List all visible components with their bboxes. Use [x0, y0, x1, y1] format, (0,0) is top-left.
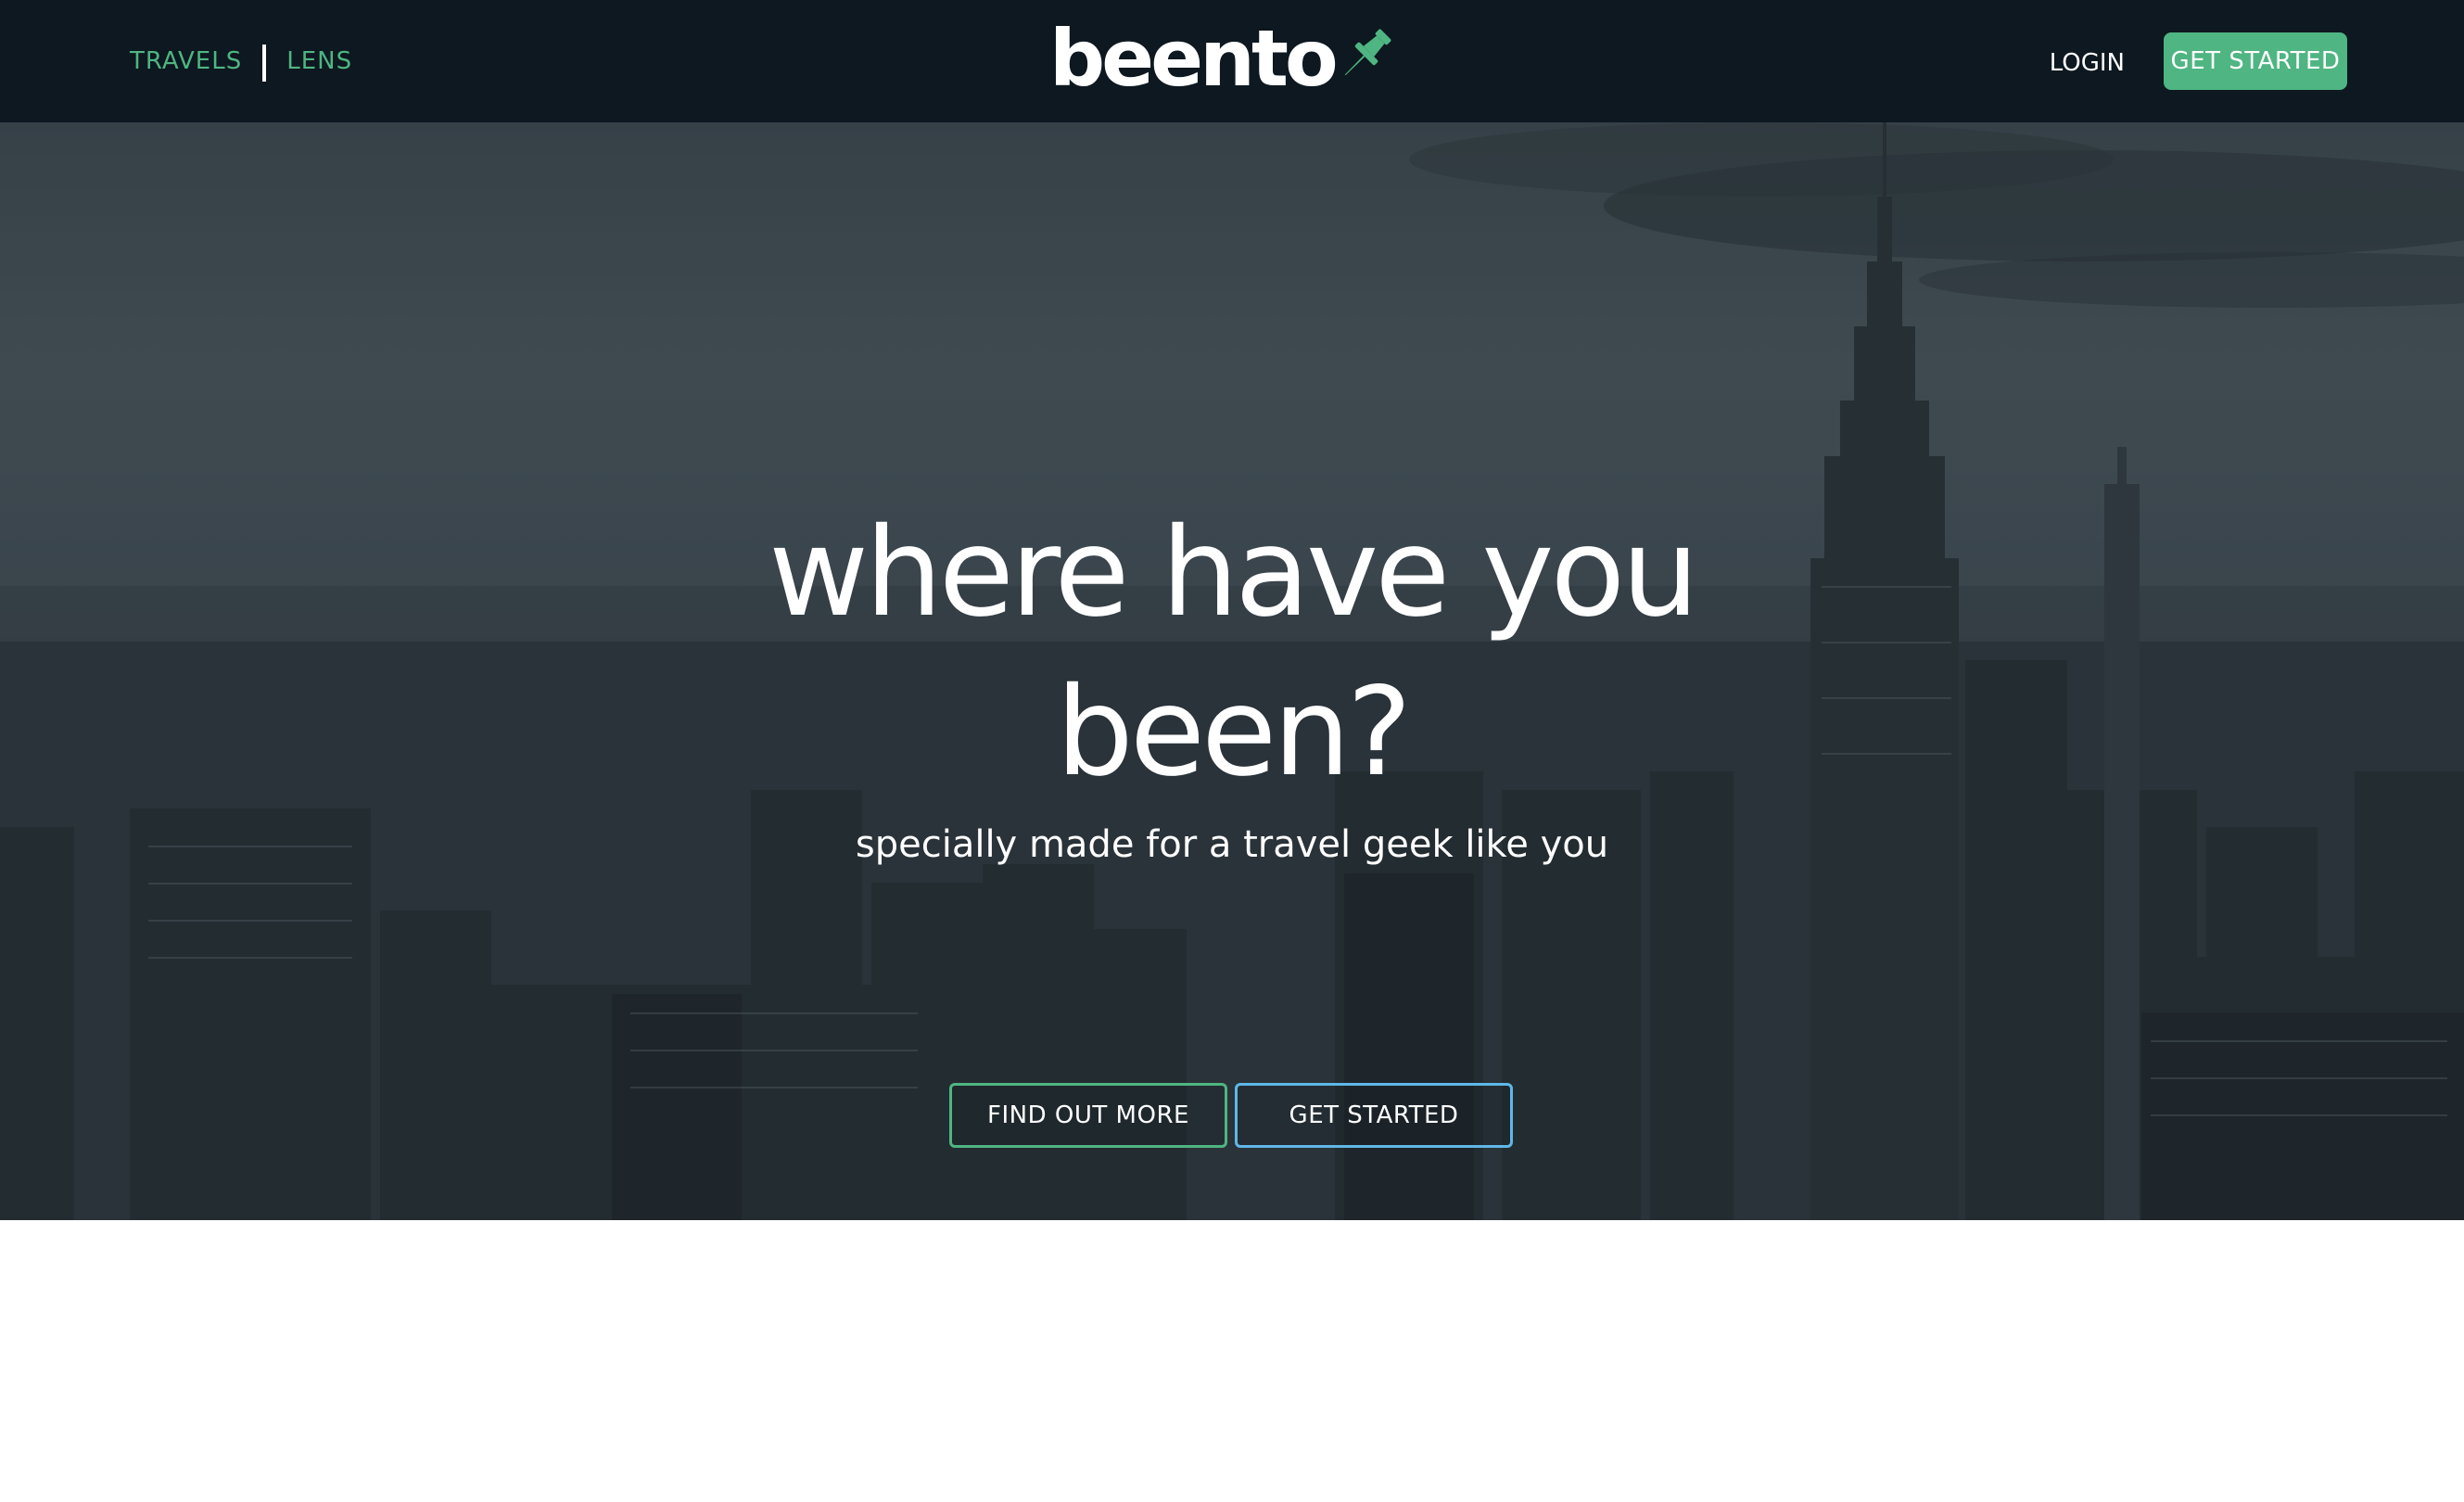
nav-left-links: TRAVELS LENS: [130, 0, 352, 122]
nav-get-started-button[interactable]: GET STARTED: [2164, 32, 2347, 90]
brand-name: beento: [1049, 13, 1339, 104]
hero-subtitle: specially made for a travel geek like yo…: [855, 823, 1609, 866]
brand-logo[interactable]: beento: [1049, 15, 1392, 102]
nav-right-actions: LOGIN GET STARTED: [2050, 0, 2347, 122]
nav-divider: [262, 45, 267, 82]
top-navbar: TRAVELS LENS beento LOGIN GET STARTED: [0, 0, 2464, 122]
hero-section: where have you been? specially made for …: [0, 122, 2464, 1220]
login-link[interactable]: LOGIN: [2050, 49, 2125, 77]
hero-headline: where have you been?: [768, 502, 1699, 804]
find-out-more-button[interactable]: FIND OUT MORE: [949, 1083, 1227, 1148]
hero-get-started-button[interactable]: GET STARTED: [1235, 1083, 1513, 1148]
nav-link-lens[interactable]: LENS: [286, 47, 352, 75]
hero-cta-row: FIND OUT MORE GET STARTED: [949, 1083, 1513, 1148]
nav-link-travels[interactable]: TRAVELS: [130, 47, 242, 75]
hero-content: where have you been? specially made for …: [0, 122, 2464, 1220]
pushpin-icon: [1339, 22, 1392, 91]
